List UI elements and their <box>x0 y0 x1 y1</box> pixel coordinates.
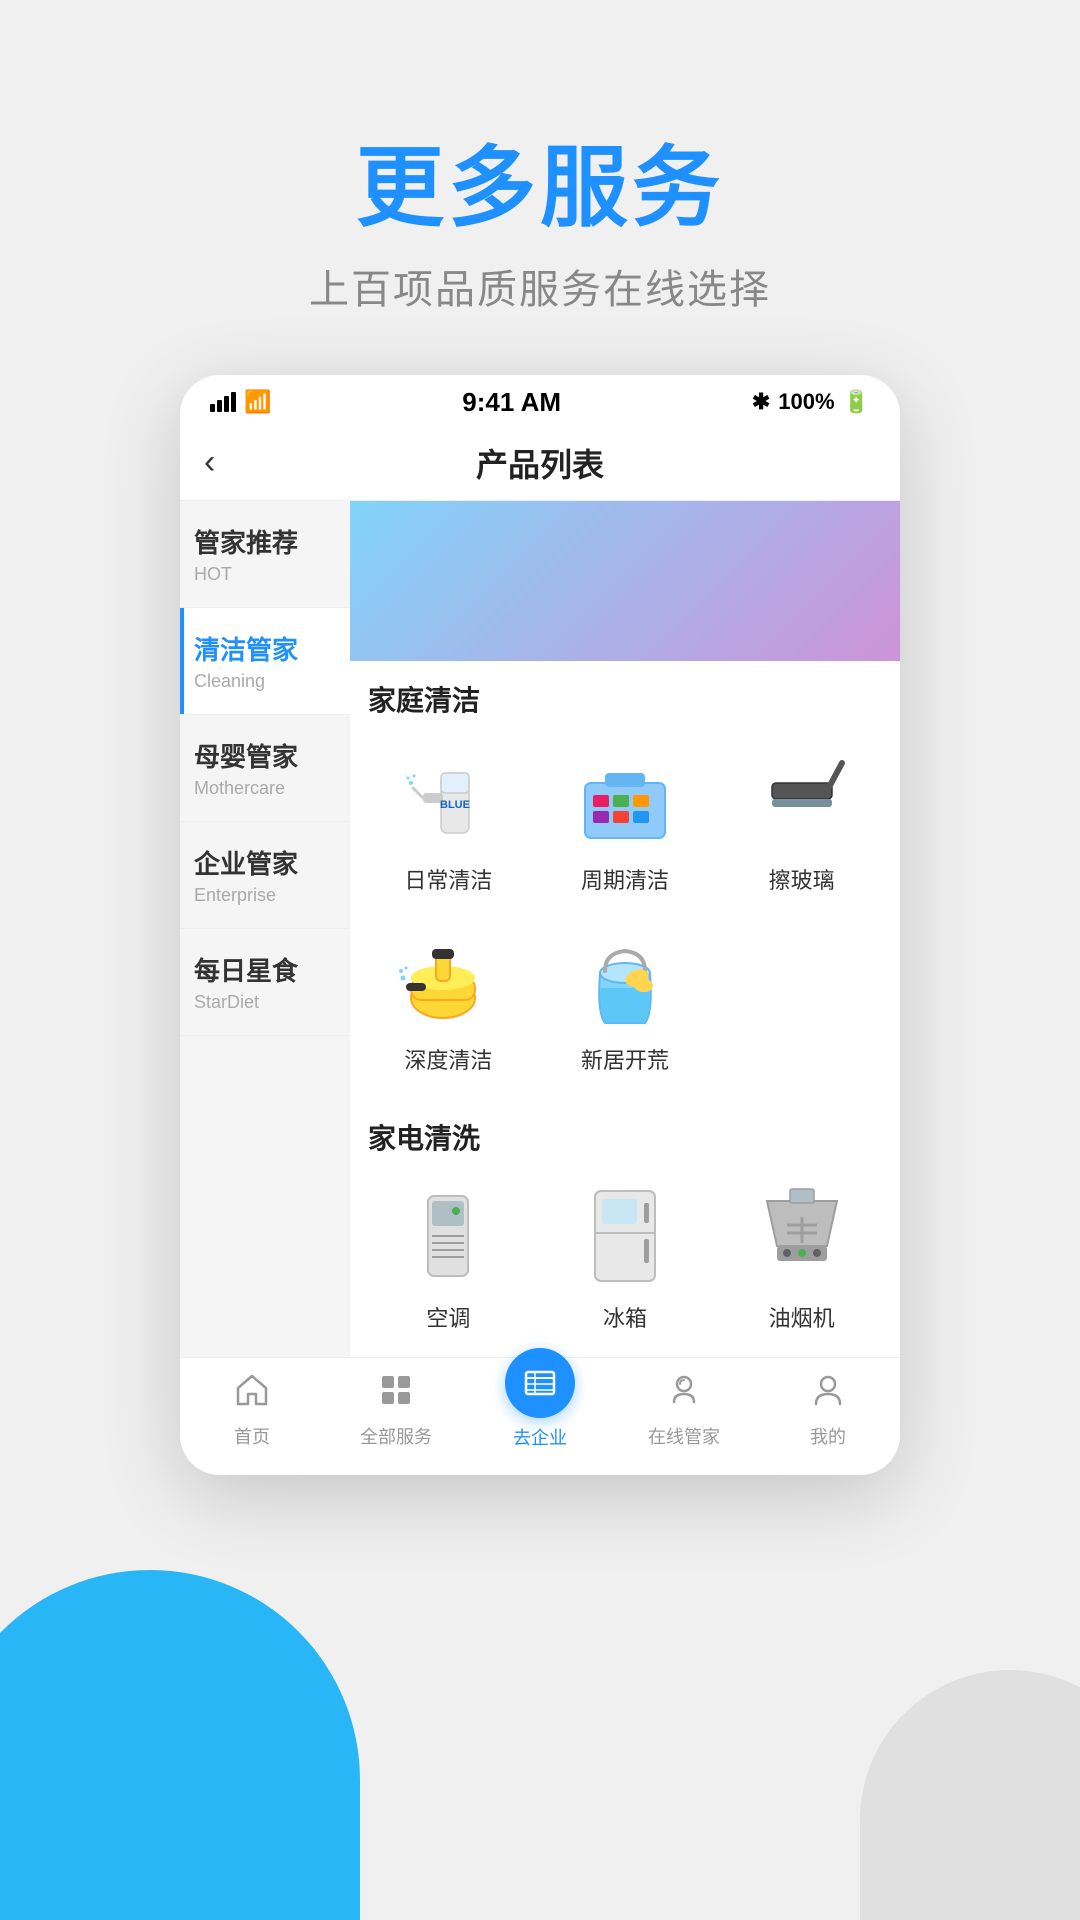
sidebar-item-hot-sublabel: HOT <box>194 564 336 585</box>
tab-manager[interactable]: 在线管家 <box>612 1372 756 1449</box>
back-button[interactable]: ‹ <box>204 443 215 482</box>
tab-enterprise[interactable]: 去企业 <box>468 1372 612 1450</box>
header-title: 更多服务 <box>0 140 1080 237</box>
mine-tab-icon <box>810 1372 846 1417</box>
daily-cleaning-label: 日常清洁 <box>404 863 492 895</box>
battery-icon: 🔋 <box>843 389 870 415</box>
nav-title: 产品列表 <box>476 440 604 486</box>
sidebar-item-mothercare-sublabel: Mothercare <box>194 778 336 799</box>
tab-home-label: 首页 <box>234 1423 270 1449</box>
wifi-icon: 📶 <box>244 389 271 415</box>
service-glass-cleaning[interactable]: 擦玻璃 <box>713 729 890 909</box>
svg-text:BLUE: BLUE <box>440 799 470 811</box>
sidebar-item-stardiet-sublabel: StarDiet <box>194 992 336 1013</box>
tab-mine-label: 我的 <box>810 1423 846 1449</box>
tab-services[interactable]: 全部服务 <box>324 1372 468 1449</box>
services-tab-icon <box>378 1372 414 1417</box>
tab-bar: 首页 全部服务 <box>180 1357 900 1470</box>
status-right: ✱ 100% 🔋 <box>752 389 870 415</box>
service-periodic-cleaning[interactable]: 周期清洁 <box>537 729 714 909</box>
bluetooth-icon: ✱ <box>752 389 770 415</box>
category-banner <box>350 501 900 661</box>
sidebar-item-mothercare-label: 母婴管家 <box>194 737 336 774</box>
fridge-icon <box>570 1181 680 1291</box>
header-section: 更多服务 上百项品质服务在线选择 <box>0 0 1080 375</box>
range-hood-icon <box>747 1181 857 1291</box>
tab-home[interactable]: 首页 <box>180 1372 324 1449</box>
fridge-label: 冰箱 <box>603 1301 647 1333</box>
status-left: 📶 <box>210 389 271 415</box>
status-time: 9:41 AM <box>462 387 561 418</box>
sidebar: 管家推荐 HOT 清洁管家 Cleaning 母婴管家 Mothercare 企… <box>180 501 350 1357</box>
service-range-hood[interactable]: 油烟机 <box>713 1167 890 1347</box>
nav-bar: ‹ 产品列表 <box>180 426 900 501</box>
sidebar-item-cleaning-sublabel: Cleaning <box>194 671 336 692</box>
new-home-label: 新居开荒 <box>581 1043 669 1075</box>
ac-label: 空调 <box>426 1301 470 1333</box>
appliance-cleaning-grid: 空调 <box>350 1167 900 1357</box>
home-tab-icon <box>234 1372 270 1417</box>
tab-enterprise-label: 去企业 <box>513 1424 567 1450</box>
periodic-cleaning-icon <box>570 743 680 853</box>
bg-bottom-right <box>860 1670 1080 1920</box>
service-new-home[interactable]: 新居开荒 <box>537 909 714 1089</box>
sidebar-item-stardiet-label: 每日星食 <box>194 951 336 988</box>
section-title-home-cleaning: 家庭清洁 <box>350 661 900 729</box>
service-deep-cleaning[interactable]: 深度清洁 <box>360 909 537 1089</box>
home-cleaning-grid: BLUE 日常清洁 <box>350 729 900 1099</box>
service-fridge[interactable]: 冰箱 <box>537 1167 714 1347</box>
tab-manager-label: 在线管家 <box>648 1423 720 1449</box>
sidebar-item-stardiet[interactable]: 每日星食 StarDiet <box>180 929 350 1036</box>
deep-cleaning-icon <box>393 923 503 1033</box>
section-title-appliance-cleaning: 家电清洗 <box>350 1099 900 1167</box>
signal-icon <box>210 392 236 412</box>
daily-cleaning-icon: BLUE <box>393 743 503 853</box>
bg-bottom-left <box>0 1570 360 1920</box>
deep-cleaning-label: 深度清洁 <box>404 1043 492 1075</box>
status-bar: 📶 9:41 AM ✱ 100% 🔋 <box>180 375 900 426</box>
glass-cleaning-icon <box>747 743 857 853</box>
service-daily-cleaning[interactable]: BLUE 日常清洁 <box>360 729 537 909</box>
sidebar-item-hot-label: 管家推荐 <box>194 523 336 560</box>
sidebar-item-enterprise-sublabel: Enterprise <box>194 885 336 906</box>
header-subtitle: 上百项品质服务在线选择 <box>0 257 1080 315</box>
ac-icon <box>393 1181 503 1291</box>
phone-mockup: 📶 9:41 AM ✱ 100% 🔋 ‹ 产品列表 管家推荐 HOT 清洁管家 … <box>180 375 900 1475</box>
periodic-cleaning-label: 周期清洁 <box>581 863 669 895</box>
manager-tab-icon <box>666 1372 702 1417</box>
range-hood-label: 油烟机 <box>769 1301 835 1333</box>
sidebar-item-enterprise-label: 企业管家 <box>194 844 336 881</box>
new-home-icon <box>570 923 680 1033</box>
enterprise-tab-icon <box>505 1348 575 1418</box>
glass-cleaning-label: 擦玻璃 <box>769 863 835 895</box>
sidebar-item-cleaning-label: 清洁管家 <box>194 630 336 667</box>
battery-percent: 100% <box>778 389 834 415</box>
sidebar-item-mothercare[interactable]: 母婴管家 Mothercare <box>180 715 350 822</box>
service-ac[interactable]: 空调 <box>360 1167 537 1347</box>
tab-mine[interactable]: 我的 <box>756 1372 900 1449</box>
sidebar-item-enterprise[interactable]: 企业管家 Enterprise <box>180 822 350 929</box>
sidebar-item-cleaning[interactable]: 清洁管家 Cleaning <box>180 608 350 715</box>
tab-services-label: 全部服务 <box>360 1423 432 1449</box>
sidebar-item-hot[interactable]: 管家推荐 HOT <box>180 501 350 608</box>
right-content: 家庭清洁 BLUE <box>350 501 900 1357</box>
main-content: 管家推荐 HOT 清洁管家 Cleaning 母婴管家 Mothercare 企… <box>180 501 900 1357</box>
